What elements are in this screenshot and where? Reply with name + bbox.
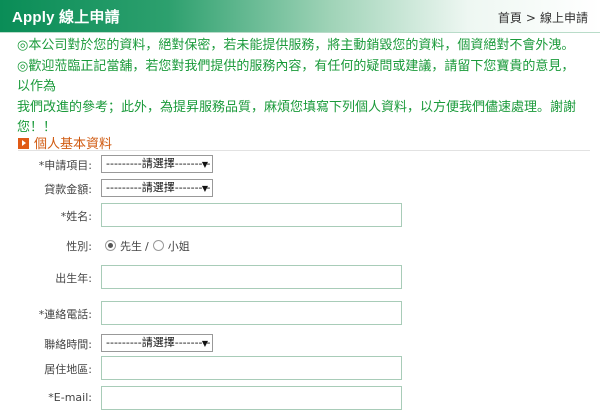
- triangle-down-icon: ▼: [201, 160, 208, 169]
- address-label: 居住地區:: [44, 363, 92, 376]
- breadcrumb-home-link[interactable]: 首頁: [498, 11, 522, 25]
- breadcrumb-separator: >: [525, 11, 536, 25]
- application-item-value: ---------請選擇---------: [106, 157, 211, 170]
- triangle-down-icon: ▼: [201, 339, 208, 348]
- contact-time-value: ---------請選擇---------: [106, 336, 211, 349]
- name-label: *姓名:: [60, 210, 92, 223]
- name-input[interactable]: [101, 203, 402, 227]
- page-title: Apply 線上申請: [12, 9, 120, 26]
- phone-label: *連絡電話:: [38, 308, 92, 321]
- address-input[interactable]: [101, 356, 402, 380]
- phone-input[interactable]: [101, 301, 402, 325]
- breadcrumb: 首頁 > 線上申請: [498, 9, 588, 26]
- application-item-label: *申請項目:: [38, 159, 92, 172]
- notice-line-1: ◎本公司對於您的資料，絕對保密，若未能提供服務，將主動銷毀您的資料，個資絕對不會…: [17, 38, 575, 53]
- gender-separator: /: [145, 240, 149, 253]
- loan-amount-select[interactable]: ---------請選擇--------- ▼: [101, 179, 213, 197]
- birth-year-label: 出生年:: [55, 272, 92, 285]
- breadcrumb-current: 線上申請: [539, 11, 588, 25]
- gender-label: 性別:: [66, 240, 92, 253]
- gender-radio-group: 先生 / 小姐: [105, 238, 190, 254]
- email-label: *E-mail:: [48, 391, 92, 404]
- section-divider: [18, 150, 590, 151]
- gender-ms-radio[interactable]: [152, 240, 164, 251]
- notice-line-2: ◎歡迎蒞臨正記當舖，若您對我們提供的服務內容，有任何的疑問或建議，請留下您寶貴的…: [17, 58, 575, 95]
- email-input[interactable]: [101, 386, 402, 410]
- triangle-down-icon: ▼: [201, 184, 208, 193]
- loan-amount-value: ---------請選擇---------: [106, 181, 211, 194]
- loan-amount-label: 貸款金額:: [44, 183, 92, 196]
- birth-year-input[interactable]: [101, 265, 402, 289]
- notice-text: ◎本公司對於您的資料，絕對保密，若未能提供服務，將主動銷毀您的資料，個資絕對不會…: [17, 36, 587, 139]
- gender-mr-label: 先生: [120, 240, 142, 253]
- orange-arrow-square-icon: [18, 138, 29, 149]
- contact-time-label: 聯絡時間:: [44, 338, 92, 351]
- gender-ms-label: 小姐: [167, 240, 190, 253]
- page-header: Apply 線上申請 首頁 > 線上申請: [0, 0, 600, 33]
- application-item-select[interactable]: ---------請選擇--------- ▼: [101, 155, 213, 173]
- gender-mr-radio[interactable]: [105, 240, 116, 251]
- contact-time-select[interactable]: ---------請選擇--------- ▼: [101, 334, 213, 352]
